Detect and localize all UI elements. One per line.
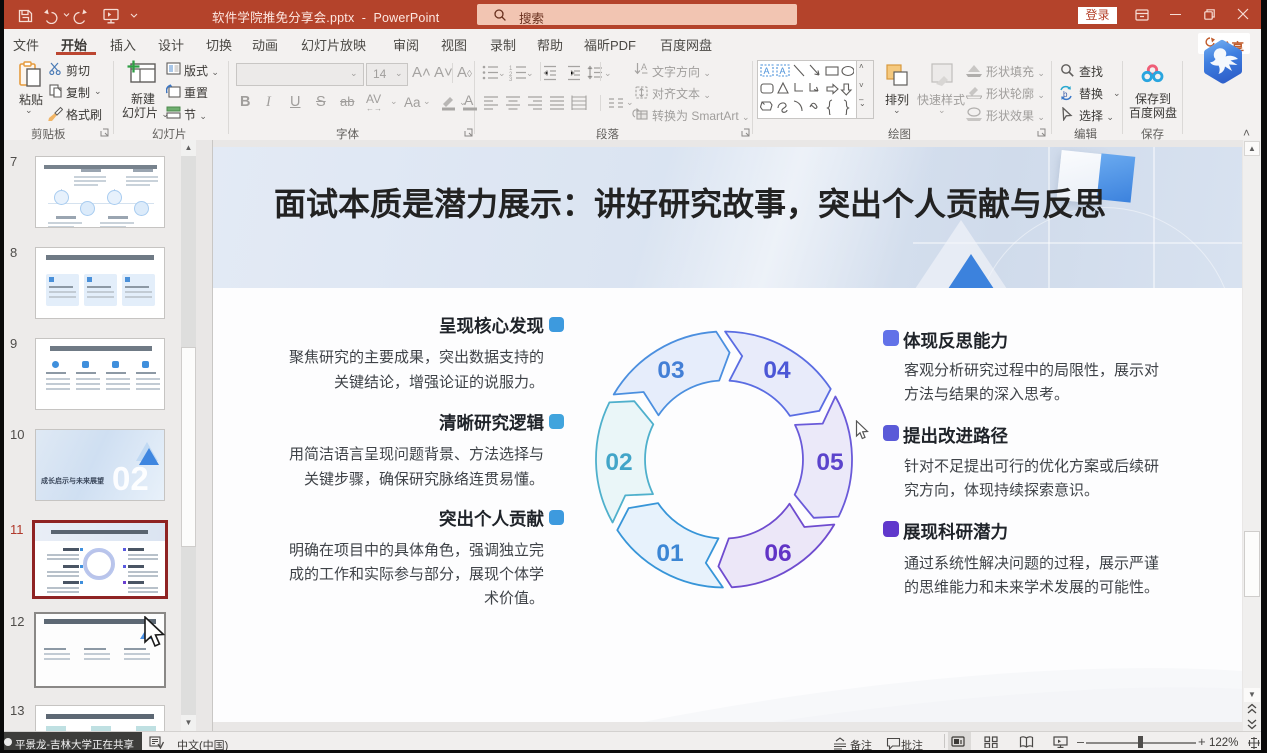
- svg-text:A: A: [780, 66, 786, 76]
- svg-text:A: A: [641, 62, 647, 72]
- svg-text:05: 05: [816, 449, 843, 476]
- svg-text:02: 02: [605, 449, 632, 476]
- svg-text:06: 06: [764, 540, 791, 567]
- svg-text:01: 01: [656, 540, 683, 567]
- svg-text:03: 03: [657, 357, 684, 384]
- svg-text:04: 04: [763, 357, 791, 384]
- svg-text:A: A: [764, 66, 770, 76]
- svg-text:b: b: [1063, 90, 1068, 99]
- svg-text:3: 3: [509, 77, 513, 81]
- svg-text:A: A: [464, 93, 474, 108]
